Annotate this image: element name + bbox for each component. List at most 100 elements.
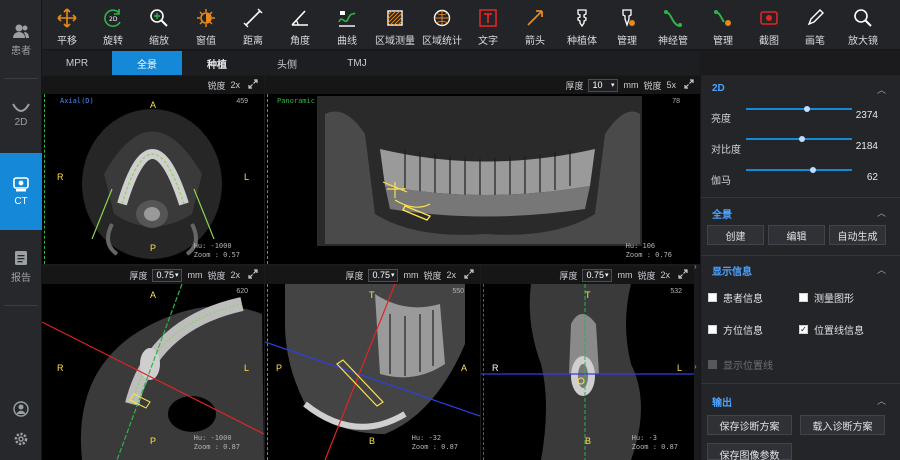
tool-screenshot[interactable]: 截图 <box>752 0 786 50</box>
thickness-select[interactable]: 10 ▾ <box>588 78 619 92</box>
tool-text[interactable]: 文字 <box>471 0 505 50</box>
tool-pen[interactable]: 画笔 <box>798 0 832 50</box>
checkbox-box[interactable] <box>708 293 717 302</box>
panoramic-scan-image <box>317 96 642 246</box>
brightness-slider[interactable] <box>746 106 852 112</box>
tool-curve[interactable]: 曲线 <box>330 0 364 50</box>
nav-patient[interactable]: 患者 <box>0 20 42 60</box>
nav-patient-label: 患者 <box>11 46 31 57</box>
contrast-slider[interactable] <box>746 136 852 142</box>
tool-area-measure[interactable]: 区域测量 <box>375 0 415 50</box>
tab-mpr[interactable]: MPR <box>42 51 112 75</box>
create-button[interactable]: 创建 <box>707 225 764 245</box>
implant-manage-icon <box>622 9 635 28</box>
slice-number: 620 <box>236 288 248 295</box>
load-diagnosis-button[interactable]: 载入诊断方案 <box>800 415 885 435</box>
nav-ct[interactable]: CT <box>0 153 42 230</box>
axial-series-label: Axial(D) <box>60 97 94 105</box>
axial-viewport[interactable]: 锐度 2x Axial(D) 459 A P R L Hu: -1000 Zoo… <box>42 76 264 264</box>
user-account-button[interactable] <box>0 398 42 422</box>
checkbox-measure-shapes[interactable]: 测量图形 <box>799 290 854 305</box>
tool-nerve-canal[interactable]: 神经管 <box>656 0 690 50</box>
checkbox-box[interactable] <box>799 293 808 302</box>
cross-section-viewport-1[interactable]: 厚度 0.75 ▾ mm 锐度 2x 620 A P R L Hu: -1000 … <box>42 266 264 460</box>
collapse-icon[interactable]: ︿ <box>877 263 886 276</box>
expand-icon[interactable] <box>248 269 258 279</box>
pan-icon <box>57 8 77 28</box>
checkbox-orientation-info[interactable]: 方位信息 <box>708 322 763 337</box>
save-diagnosis-button[interactable]: 保存诊断方案 <box>707 415 792 435</box>
expand-icon[interactable] <box>678 269 688 279</box>
collapse-icon[interactable]: ︿ <box>877 83 886 96</box>
thickness-label: 厚度 <box>345 270 364 281</box>
save-image-params-button[interactable]: 保存图像参数 <box>707 443 792 460</box>
contrast-slider-thumb[interactable] <box>799 136 805 142</box>
expand-icon[interactable] <box>684 79 694 89</box>
edit-button[interactable]: 编辑 <box>768 225 825 245</box>
hu-zoom-info: Hu: -1000 Zoom : 0.57 <box>194 242 240 260</box>
thickness-select[interactable]: 0.75 ▾ <box>582 268 613 282</box>
contrast-label: 对比度 <box>711 145 741 156</box>
thickness-value: 0.75 <box>156 270 174 280</box>
collapse-icon[interactable]: ︿ <box>877 206 886 219</box>
thickness-select[interactable]: 0.75 ▾ <box>368 268 399 282</box>
sharpness-label: 锐度 <box>643 80 662 91</box>
tab-panorama[interactable]: 全景 <box>112 51 182 75</box>
tool-nerve-manage[interactable]: 管理 <box>706 0 740 50</box>
thickness-select[interactable]: 0.75 ▾ <box>152 268 183 282</box>
section-display-title: 显示信息 <box>712 267 752 278</box>
tool-window-level[interactable]: 窗值 <box>189 0 223 50</box>
patient-icon <box>13 24 29 38</box>
sharpness-label: 锐度 <box>423 270 442 281</box>
nerve-canal-icon <box>664 10 682 27</box>
hu-value: Hu: -1000 <box>193 242 232 250</box>
checkbox-label: 患者信息 <box>723 294 763 305</box>
checkbox-box[interactable]: ✓ <box>799 325 808 334</box>
orient-bottom: P <box>150 436 157 446</box>
tab-implant[interactable]: 种植 <box>182 51 252 75</box>
cross-section-header: 厚度 0.75 ▾ mm 锐度 2x <box>481 266 694 284</box>
tool-zoom[interactable]: 缩放 <box>142 0 176 50</box>
expand-icon[interactable] <box>248 79 258 89</box>
tool-pan[interactable]: 平移 <box>50 0 84 50</box>
tool-implant-manage[interactable]: 管理 <box>610 0 644 50</box>
gamma-slider[interactable] <box>746 167 852 173</box>
sharpness-value: 5x <box>666 80 676 90</box>
user-icon <box>13 400 29 417</box>
nav-2d[interactable]: 2D <box>0 90 42 140</box>
checkbox-patient-info[interactable]: 患者信息 <box>708 290 763 305</box>
gamma-slider-thumb[interactable] <box>809 167 816 173</box>
tool-area-stat[interactable]: 区域统计 <box>422 0 462 50</box>
tool-implant[interactable]: 种植体 <box>562 0 602 50</box>
sharpness-value: 2x <box>660 270 670 280</box>
tool-arrow[interactable]: 箭头 <box>518 0 552 50</box>
sharpness-value: 2x <box>230 80 240 90</box>
auto-generate-button[interactable]: 自动生成 <box>829 225 886 245</box>
tool-magnifier[interactable]: 放大镜 <box>843 0 883 50</box>
cross-section-viewport-3[interactable]: 厚度 0.75 ▾ mm 锐度 2x 532 T B R L Hu: -3 Zoo… <box>481 266 694 460</box>
hu-value: Hu: 106 <box>625 242 656 250</box>
tab-cephalometric[interactable]: 头侧 <box>252 51 322 75</box>
checkbox-box[interactable] <box>708 325 717 334</box>
nav-2d-label: 2D <box>14 117 28 128</box>
pen-icon <box>807 9 824 26</box>
svg-text:2D: 2D <box>109 16 118 23</box>
tab-tmj[interactable]: TMJ <box>322 51 392 75</box>
expand-icon[interactable] <box>464 269 474 279</box>
nav-report[interactable]: 报告 <box>0 242 42 292</box>
brightness-slider-thumb[interactable] <box>804 106 811 112</box>
sharpness-label: 锐度 <box>207 80 226 91</box>
divider <box>701 383 900 384</box>
collapse-icon[interactable]: ︿ <box>877 394 886 407</box>
panoramic-viewport[interactable]: 厚度 10 ▾ mm 锐度 5x Panoramic 78 Hu: 106 Zoo… <box>265 76 700 264</box>
zoom-value: Zoom : 0.87 <box>193 443 240 451</box>
tool-angle[interactable]: 角度 <box>283 0 317 50</box>
tool-label: 截图 <box>759 36 779 47</box>
tool-distance[interactable]: 距离 <box>236 0 270 50</box>
tool-rotate[interactable]: 2D 旋转 <box>96 0 130 50</box>
tool-label: 管理 <box>713 36 733 47</box>
checkbox-position-line-info[interactable]: ✓ 位置线信息 <box>799 322 864 337</box>
cross-section-viewport-2[interactable]: 厚度 0.75 ▾ mm 锐度 2x 550 T B P A Hu: -32 Zo… <box>265 266 480 460</box>
settings-button[interactable] <box>0 428 42 452</box>
checkbox-label: 测量图形 <box>814 294 854 305</box>
